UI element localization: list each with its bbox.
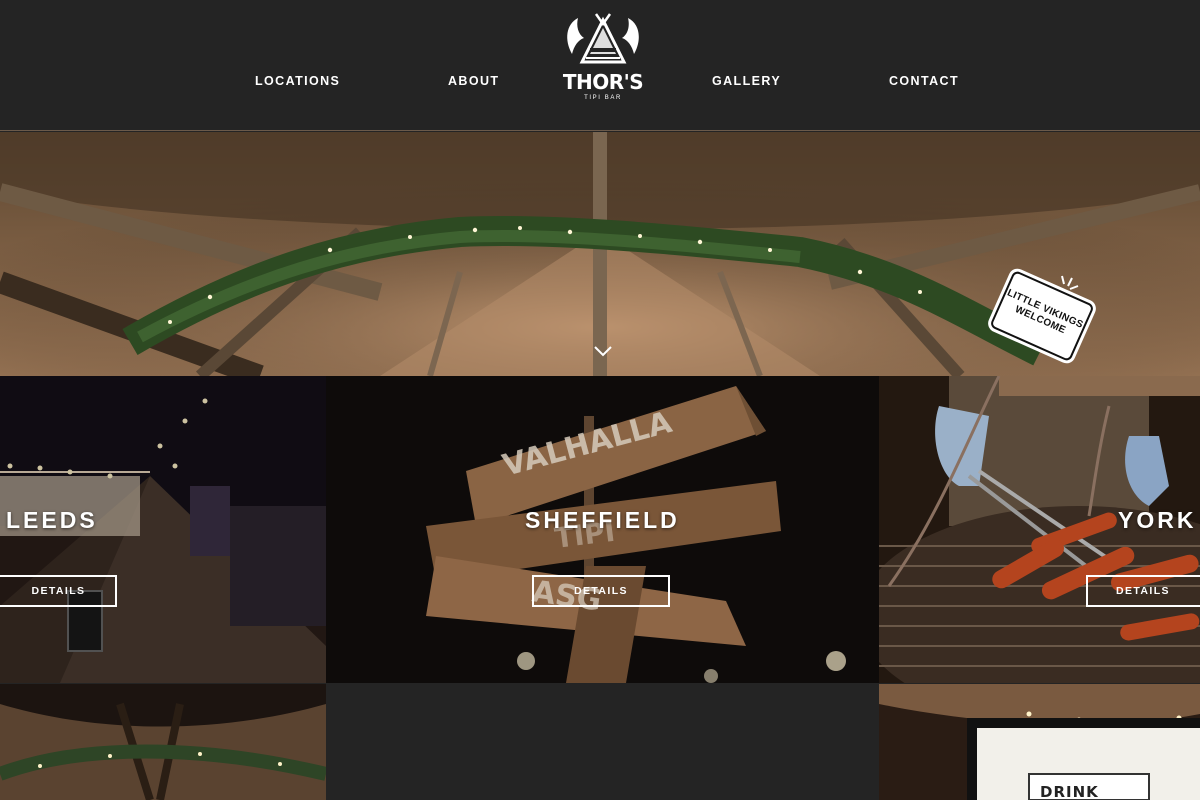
location-name-leeds: LEEDS — [6, 507, 98, 533]
nav-gallery[interactable]: GALLERY — [712, 74, 781, 88]
site-header: LOCATIONS ABOUT THOR'S TIPI BAR GALLERY … — [0, 0, 1200, 131]
nav-contact[interactable]: CONTACT — [889, 74, 959, 88]
viking-helmet-icon — [567, 13, 639, 64]
details-button-york[interactable]: DETAILS — [1086, 575, 1200, 607]
tipi-lights-photo — [0, 684, 326, 800]
chevron-down-icon[interactable] — [593, 344, 613, 358]
location-name-york: YORK — [1118, 507, 1197, 533]
nav-about[interactable]: ABOUT — [448, 74, 499, 88]
empty-tile — [326, 684, 879, 800]
details-button-leeds[interactable]: DETAILS — [0, 575, 117, 607]
nav-locations[interactable]: LOCATIONS — [255, 74, 340, 88]
logo-subtitle: TIPI BAR — [584, 95, 622, 101]
location-name-sheffield: SHEFFIELD — [525, 507, 680, 533]
location-tile-bottom-left[interactable] — [0, 684, 326, 800]
logo-title: THOR'S — [562, 70, 644, 94]
logo[interactable]: THOR'S TIPI BAR — [560, 10, 646, 105]
details-button-sheffield[interactable]: DETAILS — [532, 575, 670, 607]
drink-sign-text: DRINK — [1040, 783, 1099, 800]
